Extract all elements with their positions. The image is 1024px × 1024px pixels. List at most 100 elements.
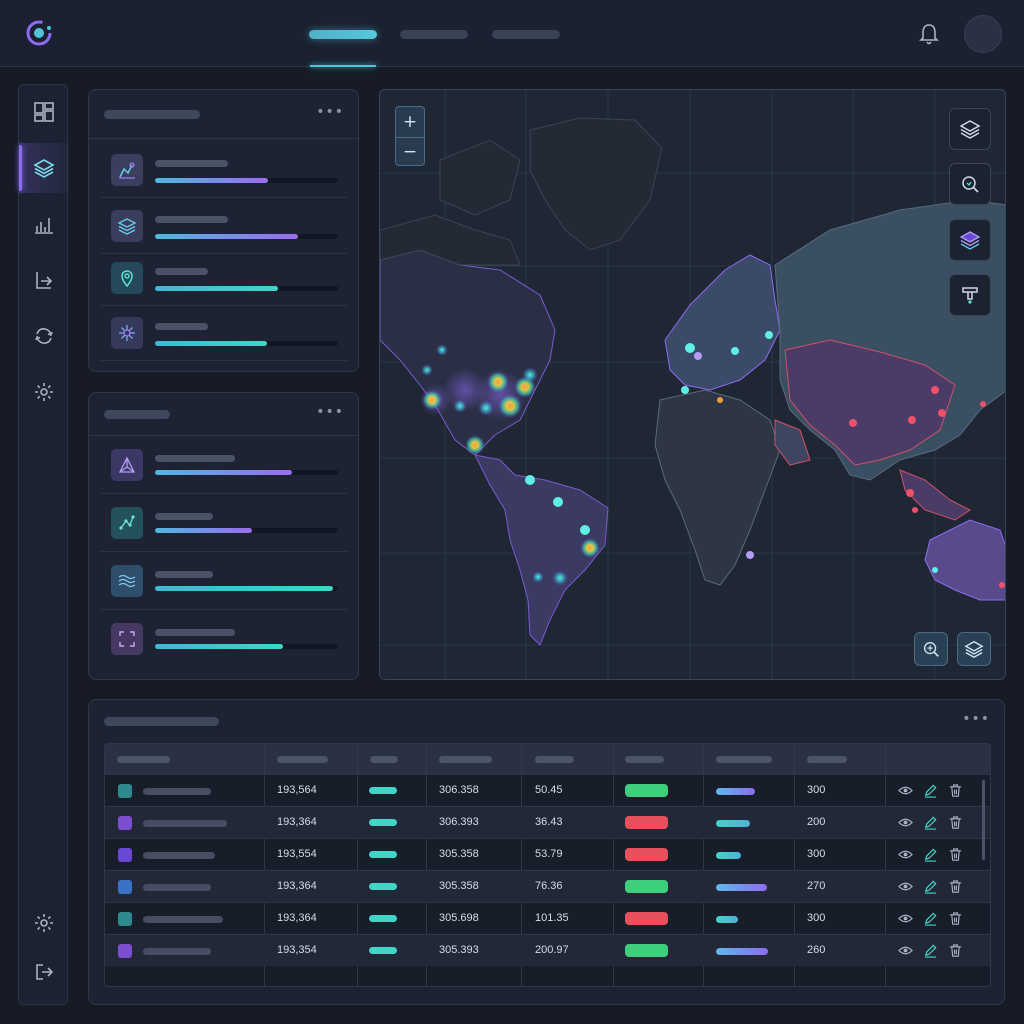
cell-count: 193,364 — [277, 880, 317, 892]
eye-icon[interactable] — [898, 847, 913, 862]
layer-opacity-track[interactable] — [155, 528, 338, 533]
layer-row[interactable] — [101, 610, 347, 668]
trash-icon[interactable] — [948, 815, 963, 830]
column-header[interactable] — [370, 756, 398, 763]
cell-metric: 50.45 — [535, 784, 563, 796]
panel-title — [104, 110, 200, 119]
sidebar-item-logout[interactable] — [19, 947, 69, 997]
panel-menu-button[interactable]: ••• — [316, 404, 344, 420]
zoom-out-button[interactable]: − — [396, 137, 424, 166]
layer-opacity-track[interactable] — [155, 341, 338, 346]
layer-opacity-track[interactable] — [155, 286, 338, 291]
layer-opacity-track[interactable] — [155, 178, 338, 183]
map-layer-stack-button[interactable] — [949, 219, 991, 261]
nav-tab-3[interactable] — [492, 30, 560, 39]
data-table-panel: ••• 193,564 306.358 50.45 300 193,364 306.393… — [88, 699, 1005, 1005]
eye-icon[interactable] — [898, 879, 913, 894]
column-header[interactable] — [807, 756, 847, 763]
eye-icon[interactable] — [898, 911, 913, 926]
sidebar-item-sync[interactable] — [19, 311, 69, 361]
cell-value: 305.393 — [439, 944, 479, 956]
table-row[interactable]: 193,554 305.358 53.79 300 — [105, 838, 990, 870]
trash-icon[interactable] — [948, 911, 963, 926]
table-row[interactable]: 193,354 305.393 200.97 260 — [105, 934, 990, 966]
layer-row[interactable] — [101, 494, 347, 552]
cell-tag — [369, 851, 397, 858]
trash-icon[interactable] — [948, 879, 963, 894]
column-header[interactable] — [439, 756, 492, 763]
app-logo-icon[interactable] — [24, 18, 54, 48]
column-header[interactable] — [535, 756, 574, 763]
map-search-button[interactable] — [949, 163, 991, 205]
edit-icon[interactable] — [923, 879, 938, 894]
edit-icon[interactable] — [923, 783, 938, 798]
logout-icon — [36, 964, 54, 980]
cell-tag — [369, 915, 397, 922]
sidebar-item-layers[interactable] — [19, 143, 69, 193]
column-header[interactable] — [625, 756, 664, 763]
sidebar-item-dashboard[interactable] — [19, 87, 69, 137]
sparkle-icon — [119, 325, 135, 341]
table-menu-button[interactable]: ••• — [962, 711, 990, 727]
layer-opacity-track[interactable] — [155, 470, 338, 475]
trash-icon[interactable] — [948, 943, 963, 958]
layer-panel-2: ••• — [88, 392, 359, 680]
sidebar-item-export[interactable] — [19, 255, 69, 305]
edit-icon[interactable] — [923, 815, 938, 830]
map-layers-toggle-button[interactable] — [957, 632, 991, 666]
layer-opacity-fill — [155, 644, 283, 649]
trash-icon[interactable] — [948, 847, 963, 862]
cell-metric: 36.43 — [535, 816, 563, 828]
layer-opacity-fill — [155, 286, 278, 291]
layer-row[interactable] — [101, 305, 347, 361]
nav-tab-1[interactable] — [309, 30, 377, 39]
eye-icon[interactable] — [898, 815, 913, 830]
user-avatar[interactable] — [964, 15, 1002, 53]
table-scrollbar[interactable] — [982, 780, 985, 860]
bell-icon[interactable] — [918, 22, 940, 46]
eye-icon[interactable] — [898, 783, 913, 798]
cell-tag — [369, 947, 397, 954]
table-row[interactable]: 193,564 306.358 50.45 300 — [105, 774, 990, 806]
sidebar-item-analytics[interactable] — [19, 199, 69, 249]
edit-icon[interactable] — [923, 911, 938, 926]
layer-opacity-track[interactable] — [155, 234, 338, 239]
sidebar-item-preferences[interactable] — [19, 898, 69, 948]
sidebar-item-settings[interactable] — [19, 367, 69, 417]
column-header[interactable] — [117, 756, 170, 763]
column-header[interactable] — [716, 756, 772, 763]
column-header[interactable] — [277, 756, 328, 763]
layer-row[interactable] — [101, 436, 347, 494]
trash-icon[interactable] — [948, 783, 963, 798]
zoom-control: + − — [395, 106, 425, 166]
edit-icon[interactable] — [923, 847, 938, 862]
status-badge — [625, 848, 668, 861]
panel-menu-button[interactable]: ••• — [316, 104, 344, 120]
layer-opacity-track[interactable] — [155, 644, 338, 649]
map-filter-button[interactable] — [949, 274, 991, 316]
panel-divider — [89, 138, 358, 139]
layer-opacity-track[interactable] — [155, 586, 338, 591]
row-progress — [716, 916, 738, 923]
cell-value: 306.393 — [439, 816, 479, 828]
layer-row[interactable] — [101, 142, 347, 198]
table-row[interactable]: 193,364 305.358 76.36 270 — [105, 870, 990, 902]
cell-metric: 101.35 — [535, 912, 569, 924]
nav-tab-2[interactable] — [400, 30, 468, 39]
table-row[interactable]: 193,364 306.393 36.43 200 — [105, 806, 990, 838]
row-color-swatch — [118, 784, 132, 798]
zoom-search-icon — [962, 176, 979, 193]
table-row[interactable]: 193,364 305.698 101.35 300 — [105, 902, 990, 934]
layer-opacity-fill — [155, 178, 268, 183]
zoom-in-button[interactable]: + — [396, 107, 424, 136]
layer-row[interactable] — [101, 250, 347, 306]
map-zoom-search-button[interactable] — [914, 632, 948, 666]
layer-row[interactable] — [101, 552, 347, 610]
layer-row[interactable] — [101, 198, 347, 254]
map-layers-button[interactable] — [949, 108, 991, 150]
world-map[interactable]: + − — [379, 89, 1006, 680]
cell-total: 300 — [807, 912, 826, 924]
eye-icon[interactable] — [898, 943, 913, 958]
edit-icon[interactable] — [923, 943, 938, 958]
cell-total: 200 — [807, 816, 826, 828]
